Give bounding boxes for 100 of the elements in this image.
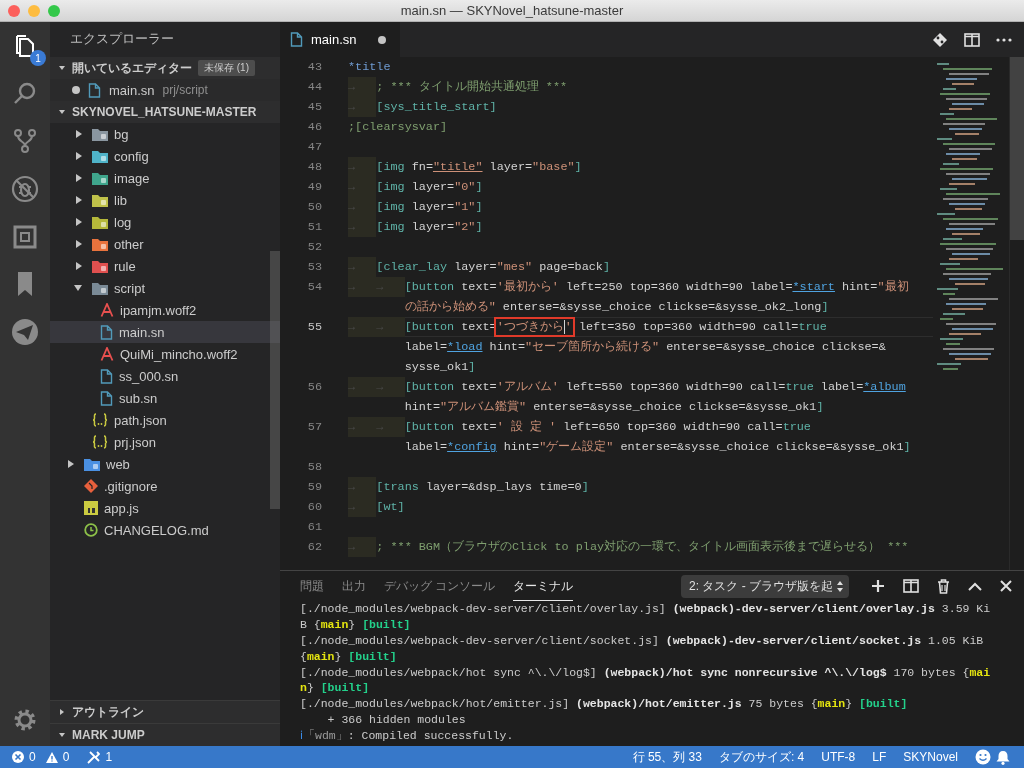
bookmark-icon[interactable] — [15, 271, 35, 297]
file-name[interactable]: path.json — [114, 412, 167, 428]
bell-icon[interactable] — [996, 749, 1010, 765]
scrollbar-thumb[interactable] — [1010, 57, 1024, 240]
folder-name[interactable]: log — [114, 214, 132, 230]
section-title[interactable]: 開いているエディター — [72, 59, 192, 77]
panel-tab[interactable]: 出力 — [342, 571, 366, 601]
section-title[interactable]: MARK JUMP — [72, 728, 145, 742]
file-name[interactable]: ipamjm.woff2 — [120, 302, 197, 318]
braces-icon — [92, 435, 108, 449]
code-line: label=*load hint="セーブ箇所から続ける" enterse=&sysse_choice clickse=& — [403, 339, 886, 356]
file-name[interactable]: .gitignore — [104, 478, 158, 494]
compare-icon[interactable] — [932, 31, 948, 48]
code-line: hint="アルバム鑑賞" enterse=&sysse_choice clickse=&sysse_ok1] — [403, 399, 824, 416]
file-name[interactable]: sub.sn — [119, 390, 158, 406]
file-name[interactable]: QuiMi_mincho.woff2 — [120, 346, 238, 362]
line-number: 43 — [306, 59, 323, 76]
status-item[interactable]: UTF-8 — [821, 750, 856, 764]
more-icon[interactable] — [996, 36, 1012, 43]
code-line: ;[clearsysvar] — [348, 119, 448, 136]
unsaved-dot-icon[interactable] — [72, 86, 80, 94]
file-name[interactable]: main.sn — [109, 82, 155, 98]
file-name[interactable]: ss_000.sn — [119, 368, 179, 384]
code-line: → [img layer="1"] — [348, 197, 483, 217]
terminal-line: ℹ「wdm」: Compiled successfully. — [300, 727, 514, 743]
triangle-icon[interactable] — [58, 708, 66, 716]
split-editor-icon[interactable] — [964, 31, 980, 48]
terminal-line: [./node_modules/webpack/hot sync ^\.\/log$] (webpack)/hot sync nonrecursive ^\.\/log$ 170 bytes {mai — [300, 664, 991, 680]
status-item[interactable]: タブのサイズ: 4 — [718, 748, 805, 766]
status-item[interactable]: LF — [872, 750, 887, 764]
error-icon[interactable] — [12, 751, 24, 763]
unsaved-badge: 未保存 (1) — [198, 60, 255, 76]
code-line: sysse_ok1] — [403, 359, 476, 376]
triangle-icon[interactable] — [58, 108, 66, 116]
triangle-icon[interactable] — [58, 64, 66, 72]
line-number: 53 — [306, 259, 323, 276]
file-name[interactable]: app.js — [104, 500, 139, 516]
line-number: 61 — [306, 519, 323, 536]
trash-icon[interactable] — [937, 578, 950, 594]
terminal-dropdown[interactable]: 2: タスク - ブラウザ版を起 — [681, 574, 849, 598]
terminal-line: [./node_modules/webpack-dev-server/client/overlay.js] (webpack)-dev-server/client/overlay.js 3.59 Ki — [300, 601, 991, 617]
extensions-icon[interactable] — [12, 224, 38, 250]
status-item[interactable]: 行 55、列 33 — [632, 748, 702, 766]
status-item[interactable]: SKYNovel — [903, 750, 958, 764]
panel-tab[interactable]: 問題 — [300, 571, 324, 601]
folder-name[interactable]: lib — [114, 192, 127, 208]
notification-badge: 1 — [30, 50, 46, 66]
selected-row[interactable]: main.sn — [50, 321, 280, 343]
code-line: → → [button text='最初から' left=250 top=360 width=90 label=*start hint="最初 — [348, 277, 909, 297]
code-line: *title — [348, 59, 391, 76]
editor-tab[interactable]: main.sn — [280, 22, 400, 57]
file-name[interactable]: main.sn — [119, 324, 165, 340]
terminal-line: B {main} [built] — [300, 617, 411, 633]
panel-tab[interactable]: ターミナル — [513, 571, 574, 601]
triangle-icon[interactable] — [58, 731, 66, 739]
code-line: → [img layer="2"] — [348, 217, 483, 237]
file-name[interactable]: CHANGELOG.md — [104, 522, 209, 538]
task-count[interactable]: 1 — [105, 750, 113, 764]
folder-name[interactable]: web — [106, 456, 130, 472]
code-line: → [img layer="0"] — [348, 177, 483, 197]
folder-name[interactable]: bg — [114, 126, 129, 142]
line-number: 44 — [306, 79, 323, 96]
file-name[interactable]: prj.json — [114, 434, 156, 450]
warning-count[interactable]: 0 — [62, 750, 70, 764]
source-control-icon[interactable] — [12, 128, 38, 154]
panel-tab[interactable]: デバッグ コンソール — [384, 571, 496, 601]
js-file-icon — [84, 501, 98, 515]
no-bug-icon[interactable] — [11, 175, 39, 203]
line-number: 62 — [306, 539, 323, 556]
settings-icon[interactable] — [13, 708, 37, 732]
split-terminal-icon[interactable] — [903, 579, 919, 593]
scrollbar-thumb[interactable] — [270, 251, 280, 509]
explorer-button[interactable]: 1 — [12, 34, 46, 66]
close-icon[interactable] — [1000, 580, 1012, 592]
terminal-line: + 366 hidden modules — [326, 711, 466, 727]
line-number: 58 — [306, 459, 323, 476]
folder-name[interactable]: script — [114, 280, 146, 296]
folder-name[interactable]: config — [114, 148, 149, 164]
font-file-icon — [100, 347, 114, 361]
folder-name[interactable]: image — [114, 170, 150, 186]
file-icon — [290, 32, 303, 47]
unsaved-dot-icon[interactable] — [378, 35, 386, 44]
line-number: 48 — [306, 159, 323, 176]
plus-icon[interactable] — [871, 579, 885, 593]
file-icon — [88, 82, 101, 98]
paper-plane-icon[interactable] — [11, 318, 39, 346]
line-number: 57 — [306, 419, 323, 436]
line-number: 54 — [306, 279, 323, 296]
error-count[interactable]: 0 — [29, 750, 36, 764]
chevron-up-icon[interactable] — [968, 581, 982, 591]
code-line: → [clear_lay layer="mes" page=back] — [348, 257, 610, 277]
smiley-icon[interactable] — [975, 749, 991, 765]
window-title: main.sn — SKYNovel_hatsune-master — [400, 3, 624, 18]
code-line: → [wt] — [348, 497, 405, 517]
line-number: 49 — [306, 179, 323, 196]
folder-name[interactable]: rule — [114, 258, 136, 274]
folder-name[interactable]: other — [114, 236, 144, 252]
warning-icon[interactable] — [45, 751, 58, 763]
tools-icon[interactable] — [87, 750, 101, 764]
line-number: 52 — [306, 239, 323, 256]
